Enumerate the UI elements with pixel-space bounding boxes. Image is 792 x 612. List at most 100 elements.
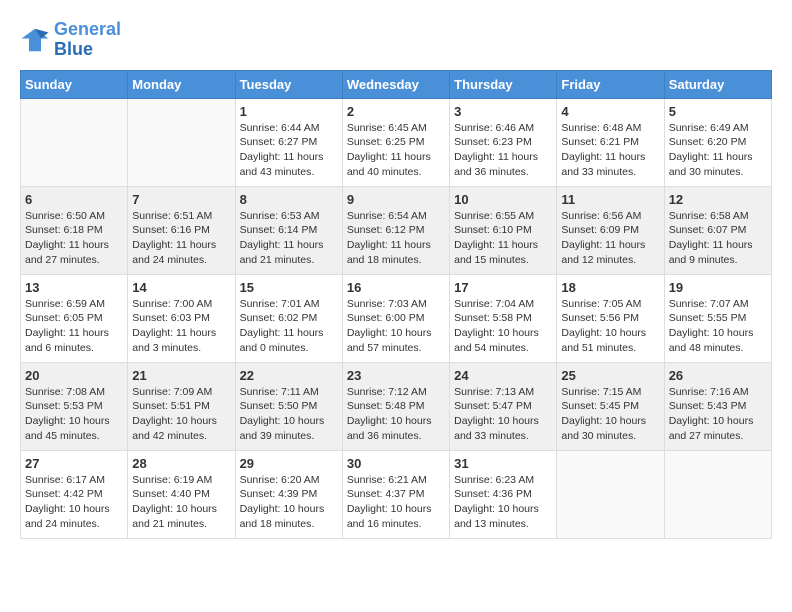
calendar-cell — [21, 98, 128, 186]
day-info: Sunrise: 6:59 AM Sunset: 6:05 PM Dayligh… — [25, 297, 123, 356]
day-number: 5 — [669, 104, 767, 119]
calendar-cell: 30 Sunrise: 6:21 AM Sunset: 4:37 PM Dayli… — [342, 450, 449, 538]
day-info: Sunrise: 7:16 AM Sunset: 5:43 PM Dayligh… — [669, 385, 767, 444]
calendar-cell: 17 Sunrise: 7:04 AM Sunset: 5:58 PM Dayli… — [450, 274, 557, 362]
day-info: Sunrise: 7:00 AM Sunset: 6:03 PM Dayligh… — [132, 297, 230, 356]
calendar-cell: 16 Sunrise: 7:03 AM Sunset: 6:00 PM Dayli… — [342, 274, 449, 362]
day-number: 8 — [240, 192, 338, 207]
calendar-week-row: 6 Sunrise: 6:50 AM Sunset: 6:18 PM Daylig… — [21, 186, 772, 274]
day-number: 17 — [454, 280, 552, 295]
day-info: Sunrise: 7:15 AM Sunset: 5:45 PM Dayligh… — [561, 385, 659, 444]
header-row: SundayMondayTuesdayWednesdayThursdayFrid… — [21, 70, 772, 98]
calendar-cell: 28Sunrise: 6:19 AM Sunset: 4:40 PM Dayli… — [128, 450, 235, 538]
calendar-cell: 31 Sunrise: 6:23 AM Sunset: 4:36 PM Dayli… — [450, 450, 557, 538]
calendar-cell: 4Sunrise: 6:48 AM Sunset: 6:21 PM Daylig… — [557, 98, 664, 186]
calendar-week-row: 27 Sunrise: 6:17 AM Sunset: 4:42 PM Dayli… — [21, 450, 772, 538]
day-info: Sunrise: 7:07 AM Sunset: 5:55 PM Dayligh… — [669, 297, 767, 356]
day-info: Sunrise: 6:19 AM Sunset: 4:40 PM Dayligh… — [132, 473, 230, 532]
day-info: Sunrise: 7:04 AM Sunset: 5:58 PM Dayligh… — [454, 297, 552, 356]
day-number: 23 — [347, 368, 445, 383]
day-info: Sunrise: 6:20 AM Sunset: 4:39 PM Dayligh… — [240, 473, 338, 532]
day-info: Sunrise: 6:45 AM Sunset: 6:25 PM Dayligh… — [347, 121, 445, 180]
calendar-week-row: 20Sunrise: 7:08 AM Sunset: 5:53 PM Dayli… — [21, 362, 772, 450]
day-info: Sunrise: 7:01 AM Sunset: 6:02 PM Dayligh… — [240, 297, 338, 356]
day-number: 15 — [240, 280, 338, 295]
calendar-cell: 25 Sunrise: 7:15 AM Sunset: 5:45 PM Dayli… — [557, 362, 664, 450]
logo: General Blue — [20, 20, 121, 60]
day-info: Sunrise: 6:17 AM Sunset: 4:42 PM Dayligh… — [25, 473, 123, 532]
day-number: 27 — [25, 456, 123, 471]
calendar-cell: 6 Sunrise: 6:50 AM Sunset: 6:18 PM Daylig… — [21, 186, 128, 274]
calendar-cell: 22 Sunrise: 7:11 AM Sunset: 5:50 PM Dayli… — [235, 362, 342, 450]
day-info: Sunrise: 7:08 AM Sunset: 5:53 PM Dayligh… — [25, 385, 123, 444]
calendar-cell: 24Sunrise: 7:13 AM Sunset: 5:47 PM Dayli… — [450, 362, 557, 450]
day-number: 9 — [347, 192, 445, 207]
day-info: Sunrise: 6:46 AM Sunset: 6:23 PM Dayligh… — [454, 121, 552, 180]
day-number: 3 — [454, 104, 552, 119]
day-info: Sunrise: 6:21 AM Sunset: 4:37 PM Dayligh… — [347, 473, 445, 532]
day-info: Sunrise: 7:03 AM Sunset: 6:00 PM Dayligh… — [347, 297, 445, 356]
calendar-week-row: 1Sunrise: 6:44 AM Sunset: 6:27 PM Daylig… — [21, 98, 772, 186]
calendar-cell: 3 Sunrise: 6:46 AM Sunset: 6:23 PM Daylig… — [450, 98, 557, 186]
calendar-cell: 21 Sunrise: 7:09 AM Sunset: 5:51 PM Dayli… — [128, 362, 235, 450]
logo-text: General Blue — [54, 20, 121, 60]
calendar-cell: 20Sunrise: 7:08 AM Sunset: 5:53 PM Dayli… — [21, 362, 128, 450]
calendar-cell: 11 Sunrise: 6:56 AM Sunset: 6:09 PM Dayli… — [557, 186, 664, 274]
day-info: Sunrise: 7:13 AM Sunset: 5:47 PM Dayligh… — [454, 385, 552, 444]
calendar-week-row: 13 Sunrise: 6:59 AM Sunset: 6:05 PM Dayli… — [21, 274, 772, 362]
day-info: Sunrise: 6:44 AM Sunset: 6:27 PM Dayligh… — [240, 121, 338, 180]
day-number: 19 — [669, 280, 767, 295]
calendar-cell — [557, 450, 664, 538]
day-info: Sunrise: 7:12 AM Sunset: 5:48 PM Dayligh… — [347, 385, 445, 444]
calendar-cell: 23 Sunrise: 7:12 AM Sunset: 5:48 PM Dayli… — [342, 362, 449, 450]
day-info: Sunrise: 6:50 AM Sunset: 6:18 PM Dayligh… — [25, 209, 123, 268]
day-info: Sunrise: 7:05 AM Sunset: 5:56 PM Dayligh… — [561, 297, 659, 356]
calendar-cell: 12Sunrise: 6:58 AM Sunset: 6:07 PM Dayli… — [664, 186, 771, 274]
day-info: Sunrise: 6:55 AM Sunset: 6:10 PM Dayligh… — [454, 209, 552, 268]
day-of-week-header: Friday — [557, 70, 664, 98]
calendar-table: SundayMondayTuesdayWednesdayThursdayFrid… — [20, 70, 772, 539]
calendar-cell: 14 Sunrise: 7:00 AM Sunset: 6:03 PM Dayli… — [128, 274, 235, 362]
calendar-cell: 10 Sunrise: 6:55 AM Sunset: 6:10 PM Dayli… — [450, 186, 557, 274]
day-number: 30 — [347, 456, 445, 471]
day-number: 6 — [25, 192, 123, 207]
calendar-cell: 8 Sunrise: 6:53 AM Sunset: 6:14 PM Daylig… — [235, 186, 342, 274]
day-number: 7 — [132, 192, 230, 207]
day-number: 11 — [561, 192, 659, 207]
calendar-cell: 15 Sunrise: 7:01 AM Sunset: 6:02 PM Dayli… — [235, 274, 342, 362]
day-info: Sunrise: 6:53 AM Sunset: 6:14 PM Dayligh… — [240, 209, 338, 268]
day-number: 4 — [561, 104, 659, 119]
day-number: 14 — [132, 280, 230, 295]
day-of-week-header: Thursday — [450, 70, 557, 98]
calendar-cell: 27 Sunrise: 6:17 AM Sunset: 4:42 PM Dayli… — [21, 450, 128, 538]
day-number: 2 — [347, 104, 445, 119]
day-info: Sunrise: 6:51 AM Sunset: 6:16 PM Dayligh… — [132, 209, 230, 268]
day-info: Sunrise: 7:11 AM Sunset: 5:50 PM Dayligh… — [240, 385, 338, 444]
day-number: 26 — [669, 368, 767, 383]
day-of-week-header: Saturday — [664, 70, 771, 98]
calendar-cell: 29Sunrise: 6:20 AM Sunset: 4:39 PM Dayli… — [235, 450, 342, 538]
page-header: General Blue — [20, 20, 772, 60]
calendar-cell: 7 Sunrise: 6:51 AM Sunset: 6:16 PM Daylig… — [128, 186, 235, 274]
day-number: 31 — [454, 456, 552, 471]
day-info: Sunrise: 6:58 AM Sunset: 6:07 PM Dayligh… — [669, 209, 767, 268]
day-number: 25 — [561, 368, 659, 383]
calendar-cell: 18 Sunrise: 7:05 AM Sunset: 5:56 PM Dayli… — [557, 274, 664, 362]
calendar-cell: 19 Sunrise: 7:07 AM Sunset: 5:55 PM Dayli… — [664, 274, 771, 362]
day-info: Sunrise: 6:49 AM Sunset: 6:20 PM Dayligh… — [669, 121, 767, 180]
day-number: 10 — [454, 192, 552, 207]
calendar-cell: 2 Sunrise: 6:45 AM Sunset: 6:25 PM Daylig… — [342, 98, 449, 186]
calendar-cell: 26 Sunrise: 7:16 AM Sunset: 5:43 PM Dayli… — [664, 362, 771, 450]
day-of-week-header: Monday — [128, 70, 235, 98]
day-number: 16 — [347, 280, 445, 295]
day-number: 21 — [132, 368, 230, 383]
day-info: Sunrise: 7:09 AM Sunset: 5:51 PM Dayligh… — [132, 385, 230, 444]
day-number: 22 — [240, 368, 338, 383]
day-of-week-header: Sunday — [21, 70, 128, 98]
day-number: 18 — [561, 280, 659, 295]
day-info: Sunrise: 6:23 AM Sunset: 4:36 PM Dayligh… — [454, 473, 552, 532]
day-number: 13 — [25, 280, 123, 295]
calendar-cell: 9 Sunrise: 6:54 AM Sunset: 6:12 PM Daylig… — [342, 186, 449, 274]
day-info: Sunrise: 6:54 AM Sunset: 6:12 PM Dayligh… — [347, 209, 445, 268]
day-info: Sunrise: 6:56 AM Sunset: 6:09 PM Dayligh… — [561, 209, 659, 268]
